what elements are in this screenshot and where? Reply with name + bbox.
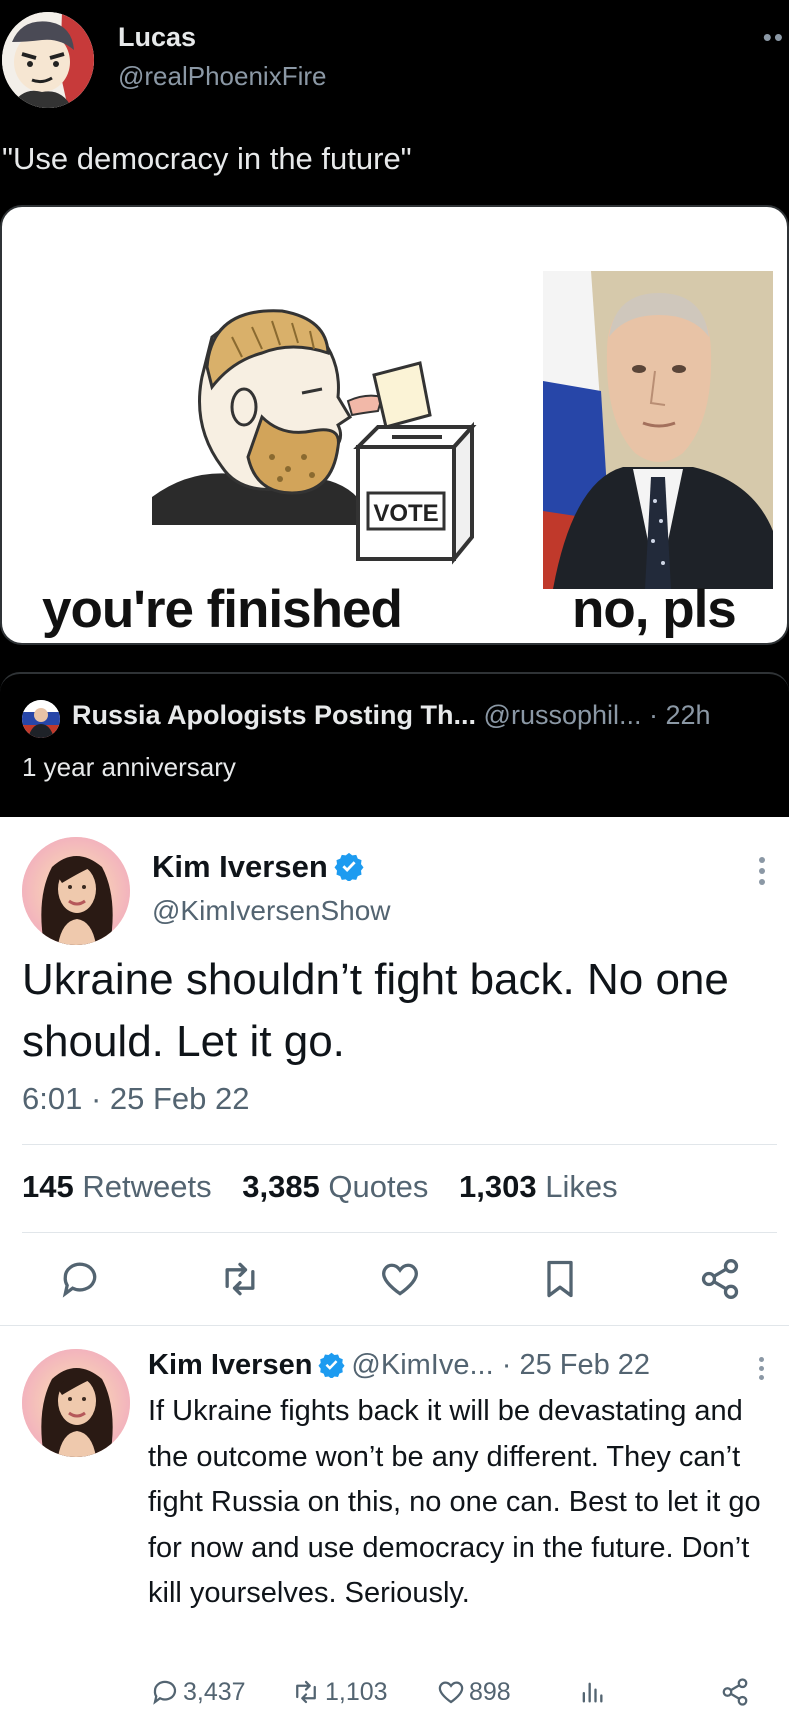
analytics-button[interactable] <box>578 1677 606 1707</box>
meme-caption-left: you're finished <box>42 580 403 639</box>
retweet-button[interactable]: 1,103 <box>290 1677 388 1707</box>
share-icon <box>722 1678 748 1706</box>
chad-voter-illustration: VOTE <box>152 309 477 565</box>
likes-stat[interactable]: 1,303 Likes <box>459 1169 618 1204</box>
kim-avatar-small[interactable] <box>22 1349 130 1457</box>
retweet-count: 1,103 <box>325 1677 388 1706</box>
reply-button[interactable]: 3,437 <box>150 1677 246 1707</box>
quoted-handle[interactable]: @russophil... <box>484 700 642 730</box>
tweet2-date[interactable]: · 25 Feb 22 <box>502 1349 650 1381</box>
quoted-avatar[interactable] <box>22 700 60 738</box>
tweet2-author-name[interactable]: Kim Iversen <box>148 1349 312 1381</box>
lucas-avatar[interactable] <box>2 12 94 108</box>
author-name[interactable]: Lucas <box>118 22 196 53</box>
author-handle[interactable]: @realPhoenixFire <box>118 61 326 92</box>
verified-badge-icon <box>334 852 364 881</box>
more-options-icon[interactable]: •• <box>763 22 785 53</box>
tweet2-text: If Ukraine fights back it will be devast… <box>148 1395 761 1609</box>
like-button[interactable]: 898 <box>436 1677 511 1707</box>
embedded-screenshot: Kim Iversen @KimIversenShow Ukraine shou… <box>0 817 789 1734</box>
quoted-text: 1 year anniversary <box>22 752 236 782</box>
divider <box>22 1144 777 1145</box>
retweets-stat[interactable]: 145 Retweets <box>22 1169 212 1204</box>
tweet-text: "Use democracy in the future" <box>2 141 412 176</box>
tweet1-handle[interactable]: @KimIversenShow <box>152 895 391 927</box>
meme-image[interactable]: VOTE you're finished no, pls <box>0 205 789 645</box>
reply-icon <box>153 1680 177 1705</box>
tweet1-author-name[interactable]: Kim Iversen <box>152 849 364 885</box>
kim-avatar-large[interactable] <box>22 837 130 945</box>
tweet1-timestamp[interactable]: 6:01 · 25 Feb 22 <box>22 1081 250 1117</box>
tweet1-text: Ukraine shouldn’t fight back. No one sho… <box>22 955 729 1066</box>
share-button[interactable] <box>720 1677 750 1707</box>
reply-icon[interactable] <box>58 1257 102 1301</box>
more-options-icon[interactable] <box>759 857 767 890</box>
ballot-box-label: VOTE <box>373 500 438 527</box>
share-icon[interactable] <box>698 1257 742 1301</box>
like-count: 898 <box>469 1677 511 1706</box>
like-icon <box>438 1681 464 1704</box>
quotes-stat[interactable]: 3,385 Quotes <box>242 1169 428 1204</box>
analytics-icon <box>582 1682 603 1703</box>
reply-count: 3,437 <box>183 1677 246 1706</box>
divider <box>0 1325 789 1326</box>
tweet2-header: Kim Iversen @KimIve... · 25 Feb 22 <box>148 1349 650 1382</box>
politician-photo <box>543 271 773 589</box>
top-tweet: Lucas @realPhoenixFire •• "Use democracy… <box>0 0 789 817</box>
tweet2-action-bar: 3,437 1,103 898 <box>0 1677 789 1717</box>
quoted-tweet[interactable]: Russia Apologists Posting Th... @russoph… <box>0 672 789 817</box>
retweet-icon <box>296 1680 316 1704</box>
like-icon[interactable] <box>378 1257 422 1301</box>
tweet1-name-text: Kim Iversen <box>152 849 328 884</box>
divider <box>22 1232 777 1233</box>
quoted-header: Russia Apologists Posting Th... @russoph… <box>72 700 711 731</box>
more-options-icon[interactable] <box>759 1357 767 1384</box>
quoted-time: · 22h <box>649 700 711 730</box>
verified-badge-icon <box>318 1352 345 1378</box>
meme-caption-right: no, pls <box>572 580 737 639</box>
engagement-stats: 145 Retweets 3,385 Quotes 1,303 Likes <box>22 1169 618 1205</box>
bookmark-icon[interactable] <box>538 1257 582 1301</box>
tweet2-handle[interactable]: @KimIve... <box>351 1349 493 1381</box>
quoted-name[interactable]: Russia Apologists Posting Th... <box>72 700 476 730</box>
retweet-icon[interactable] <box>218 1257 262 1301</box>
